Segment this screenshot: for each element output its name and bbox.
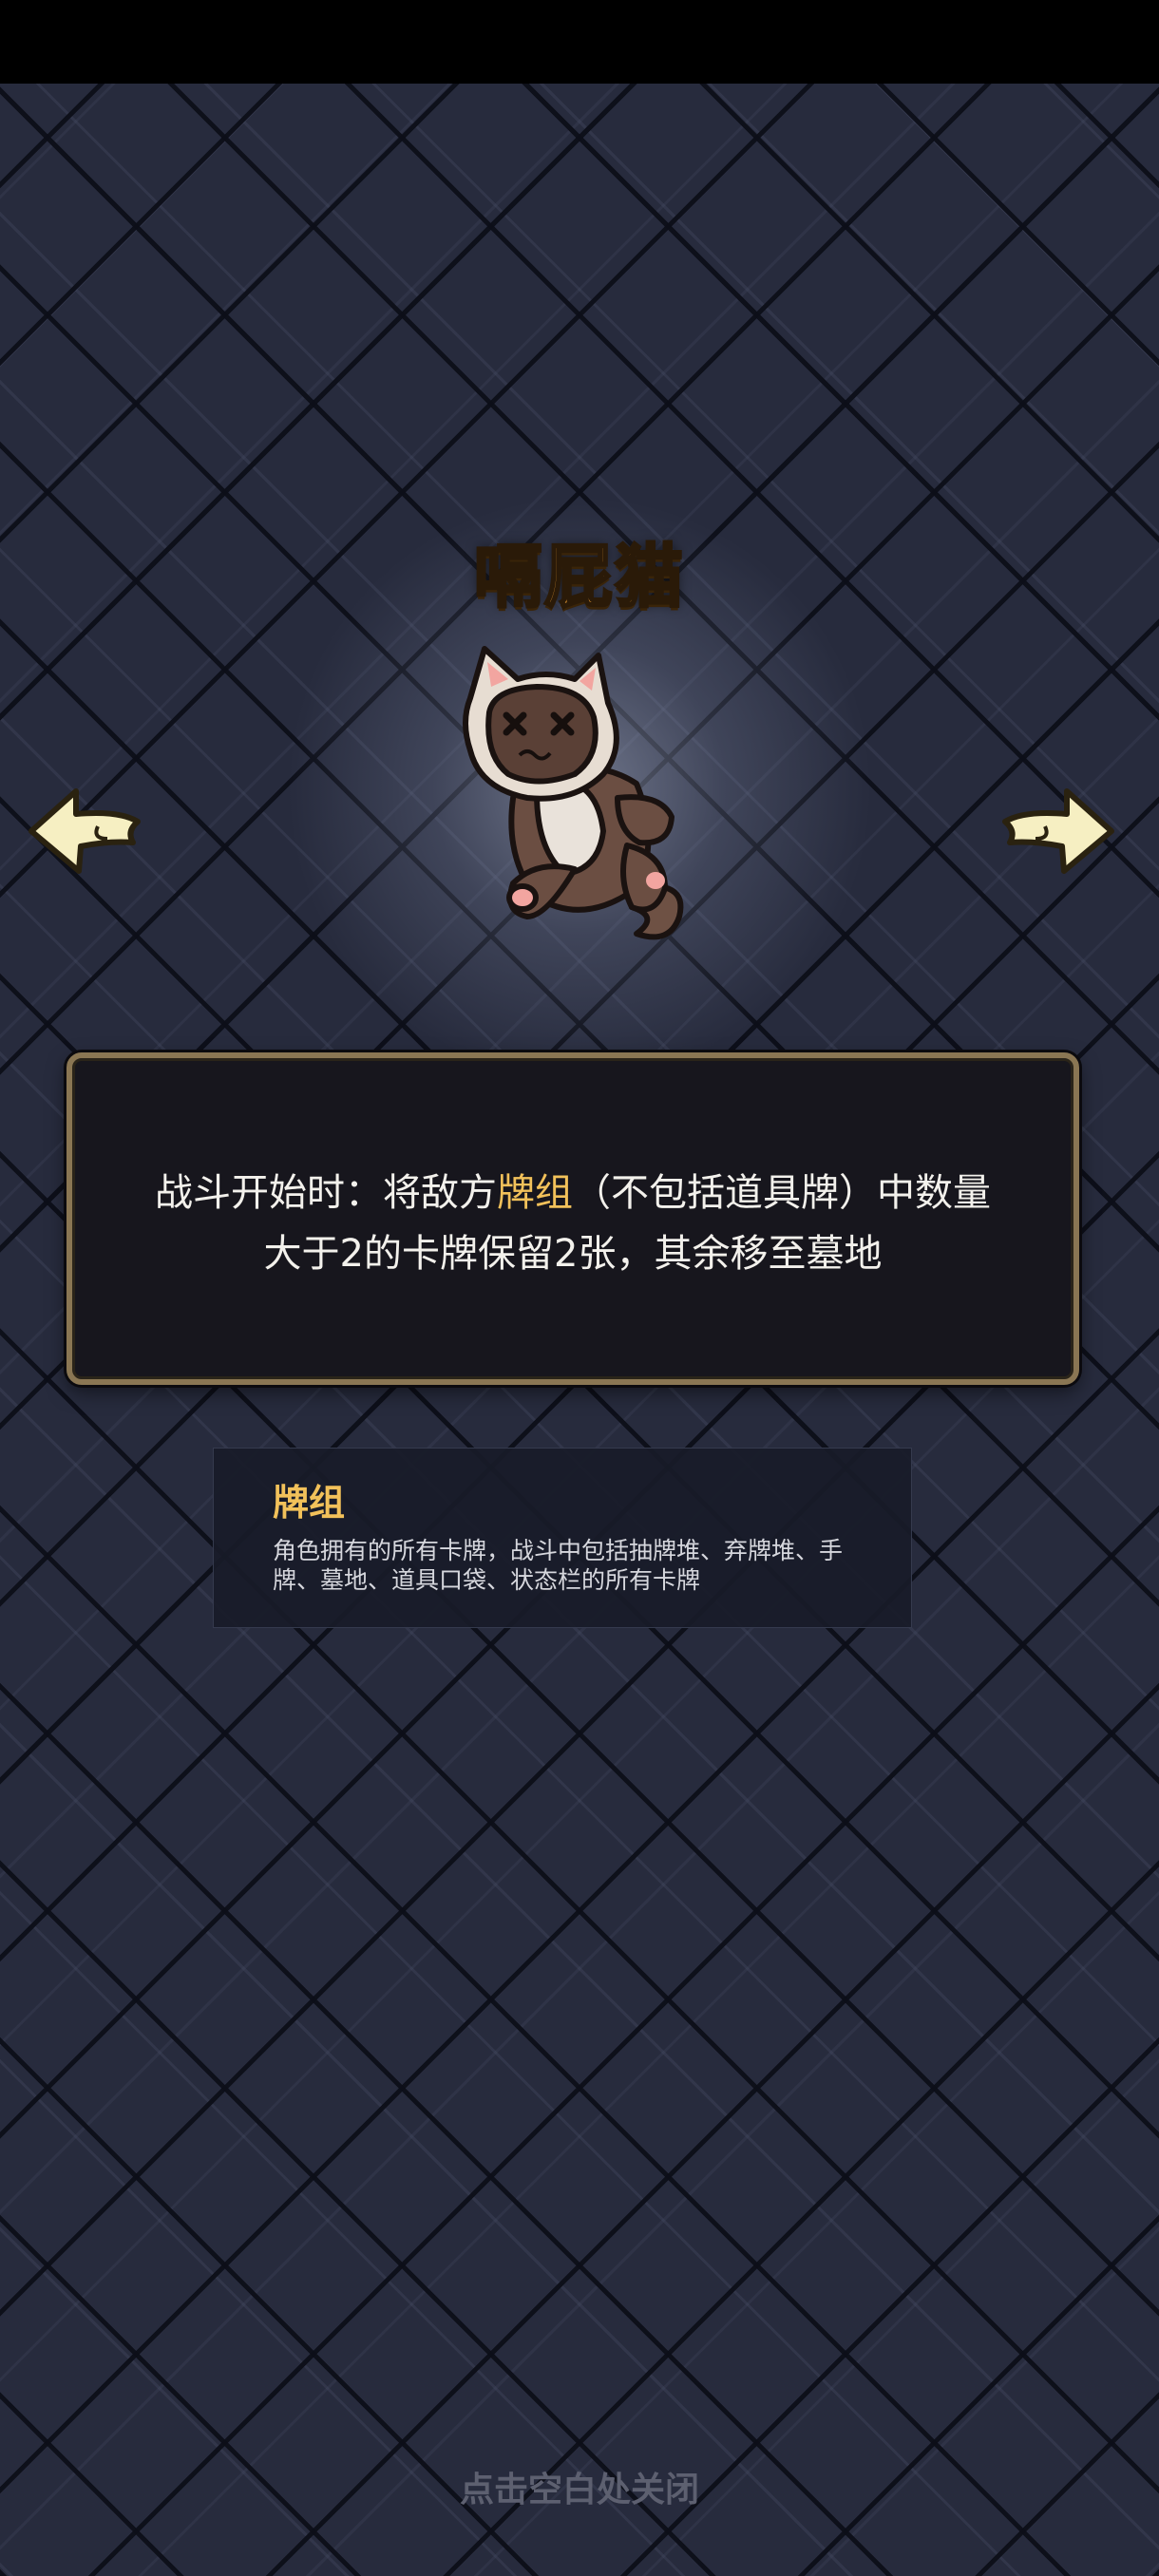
description-part-1: 战斗开始时：将敌方 (155, 1171, 497, 1215)
tooltip-body: 角色拥有的所有卡牌，战斗中包括抽牌堆、弃牌堆、手牌、墓地、道具口袋、状态栏的所有… (273, 1537, 844, 1594)
keyword-tooltip: 牌组 角色拥有的所有卡牌，战斗中包括抽牌堆、弃牌堆、手牌、墓地、道具口袋、状态栏… (213, 1448, 912, 1628)
keyword-deck[interactable]: 牌组 (497, 1171, 573, 1215)
description-text: 战斗开始时：将敌方牌组（不包括道具牌）中数量 大于2的卡牌保留2张，其余移至墓地 (72, 1163, 1074, 1284)
close-hint[interactable]: 点击空白处关闭 (0, 2462, 1159, 2511)
status-bar (0, 0, 1159, 84)
arrow-right-icon[interactable] (996, 784, 1119, 879)
tooltip-title: 牌组 (273, 1482, 346, 1524)
dead-cat-image (463, 646, 684, 940)
item-title: 嗝屁猫 (472, 536, 685, 618)
description-panel: 战斗开始时：将敌方牌组（不包括道具牌）中数量 大于2的卡牌保留2张，其余移至墓地 (66, 1052, 1079, 1385)
description-part-3: （不包括道具牌）中数量 (573, 1171, 991, 1215)
description-part-4: 大于2的卡牌保留2张，其余移至墓地 (263, 1232, 883, 1276)
arrow-left-icon[interactable] (24, 784, 147, 879)
